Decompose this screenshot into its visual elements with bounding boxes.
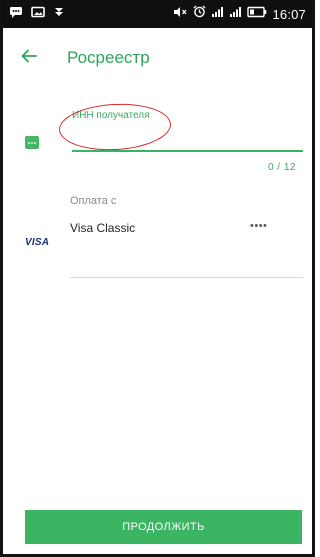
inn-field-label: ИНН получателя	[72, 110, 150, 121]
status-right-icons: 16:07	[173, 5, 306, 23]
download-icon	[53, 5, 65, 23]
back-button[interactable]	[3, 28, 55, 88]
mute-icon	[173, 5, 188, 23]
signal-icon	[229, 5, 242, 23]
payment-source-label: Оплата с	[70, 195, 117, 207]
app-bar: Росреестр	[3, 28, 312, 88]
image-icon	[31, 5, 45, 23]
message-icon	[9, 5, 23, 23]
status-bar: 16:07	[3, 0, 312, 28]
card-name: Visa Classic	[70, 221, 136, 235]
document-icon	[25, 136, 39, 149]
arrow-left-icon	[21, 49, 37, 68]
status-left-icons	[9, 5, 65, 23]
inn-input[interactable]	[72, 126, 303, 152]
signal-icon	[211, 5, 224, 23]
char-counter: 0 / 12	[267, 162, 296, 173]
visa-logo: VISA	[25, 237, 50, 248]
phone-screen: 16:07 Росреестр ИНН получателя 0 / 12 Оп…	[0, 0, 315, 557]
page-title: Росреестр	[67, 48, 150, 67]
continue-button[interactable]: ПРОДОЛЖИТЬ	[25, 510, 302, 544]
alarm-icon	[193, 5, 206, 23]
battery-icon	[247, 5, 267, 23]
card-number-mask: ••••	[250, 220, 268, 232]
status-time: 16:07	[272, 6, 306, 22]
card-selector[interactable]: Visa Classic ••••	[70, 218, 303, 278]
